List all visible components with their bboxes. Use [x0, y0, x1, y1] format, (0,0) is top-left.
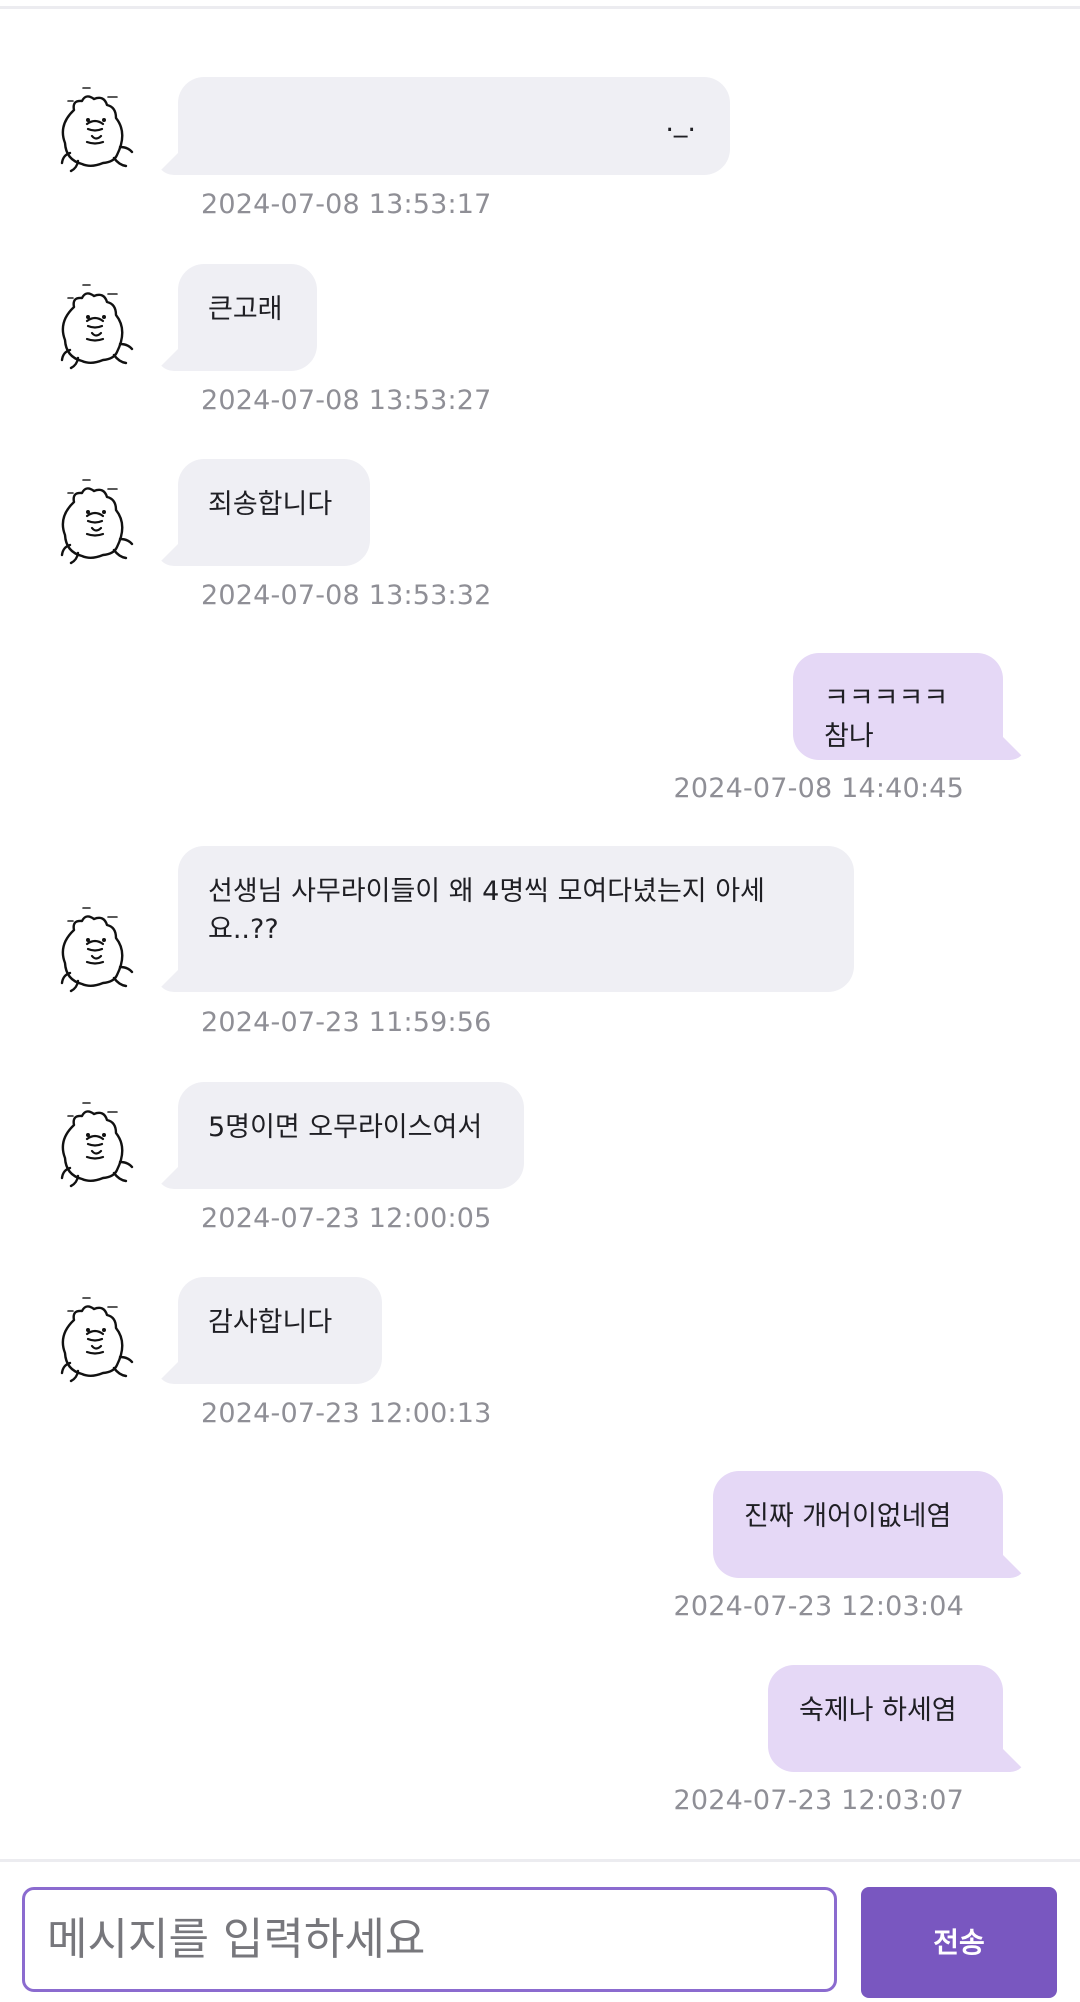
bear-avatar-icon[interactable]: [57, 81, 143, 175]
message-timestamp: 2024-07-08 13:53:27: [201, 385, 492, 416]
message-item: ㅋㅋㅋㅋㅋ참나 2024-07-08 14:40:45: [0, 653, 1080, 804]
incoming-message-bubble[interactable]: ._.: [178, 77, 730, 175]
outgoing-message-bubble[interactable]: 진짜 개어이없네염: [713, 1471, 1003, 1578]
incoming-message-bubble[interactable]: 선생님 사무라이들이 왜 4명씩 모여다녔는지 아세요..??: [178, 846, 854, 992]
incoming-message-bubble[interactable]: 큰고래: [178, 264, 317, 371]
message-text: 큰고래: [208, 294, 283, 325]
message-timestamp: 2024-07-08 13:53:17: [201, 189, 492, 220]
message-timestamp: 2024-07-23 11:59:56: [201, 1007, 492, 1038]
chat-screen: ._. 2024-07-08 13:53:17 큰고래 2024-07-08 1…: [0, 0, 1080, 2002]
message-input[interactable]: [22, 1887, 837, 1992]
incoming-message-bubble[interactable]: 감사합니다: [178, 1277, 382, 1384]
message-timestamp: 2024-07-08 14:40:45: [673, 773, 964, 804]
message-item: 선생님 사무라이들이 왜 4명씩 모여다녔는지 아세요..?? 2024-07-…: [0, 846, 1080, 1038]
message-item: 5명이면 오무라이스여서 2024-07-23 12:00:05: [0, 1082, 1080, 1234]
message-text: 감사합니다: [208, 1307, 333, 1338]
message-timestamp: 2024-07-08 13:53:32: [201, 580, 492, 611]
bear-avatar-icon[interactable]: [57, 901, 143, 995]
message-text: 선생님 사무라이들이 왜 4명씩 모여다녔는지 아세요..??: [208, 876, 765, 945]
message-text: 진짜 개어이없네염: [744, 1501, 952, 1532]
message-timestamp: 2024-07-23 12:00:13: [201, 1398, 492, 1429]
bear-avatar-icon[interactable]: [57, 1291, 143, 1385]
message-item: 숙제나 하세염 2024-07-23 12:03:07: [0, 1665, 1080, 1816]
message-item: 큰고래 2024-07-08 13:53:27: [0, 264, 1080, 416]
bear-avatar-icon[interactable]: [57, 1096, 143, 1190]
outgoing-message-bubble[interactable]: 숙제나 하세염: [768, 1665, 1003, 1772]
message-text: ._.: [665, 107, 696, 138]
incoming-message-bubble[interactable]: 5명이면 오무라이스여서: [178, 1082, 524, 1189]
outgoing-message-bubble[interactable]: ㅋㅋㅋㅋㅋ참나: [793, 653, 1003, 760]
bear-avatar-icon[interactable]: [57, 278, 143, 372]
message-text: 5명이면 오무라이스여서: [208, 1112, 483, 1143]
message-timestamp: 2024-07-23 12:00:05: [201, 1203, 492, 1234]
message-timestamp: 2024-07-23 12:03:04: [673, 1591, 964, 1622]
message-item: 감사합니다 2024-07-23 12:00:13: [0, 1277, 1080, 1429]
message-text: ㅋㅋㅋㅋㅋ참나: [824, 683, 949, 752]
message-item: 죄송합니다 2024-07-08 13:53:32: [0, 459, 1080, 611]
incoming-message-bubble[interactable]: 죄송합니다: [178, 459, 370, 566]
message-item: 진짜 개어이없네염 2024-07-23 12:03:04: [0, 1471, 1080, 1622]
send-button[interactable]: 전송: [861, 1887, 1057, 1998]
message-item: ._. 2024-07-08 13:53:17: [0, 77, 1080, 220]
bear-avatar-icon[interactable]: [57, 473, 143, 567]
message-text: 숙제나 하세염: [799, 1695, 957, 1726]
message-text: 죄송합니다: [208, 489, 333, 520]
message-list[interactable]: ._. 2024-07-08 13:53:17 큰고래 2024-07-08 1…: [0, 0, 1080, 1858]
message-composer: 전송: [0, 1862, 1080, 2002]
message-timestamp: 2024-07-23 12:03:07: [673, 1785, 964, 1816]
